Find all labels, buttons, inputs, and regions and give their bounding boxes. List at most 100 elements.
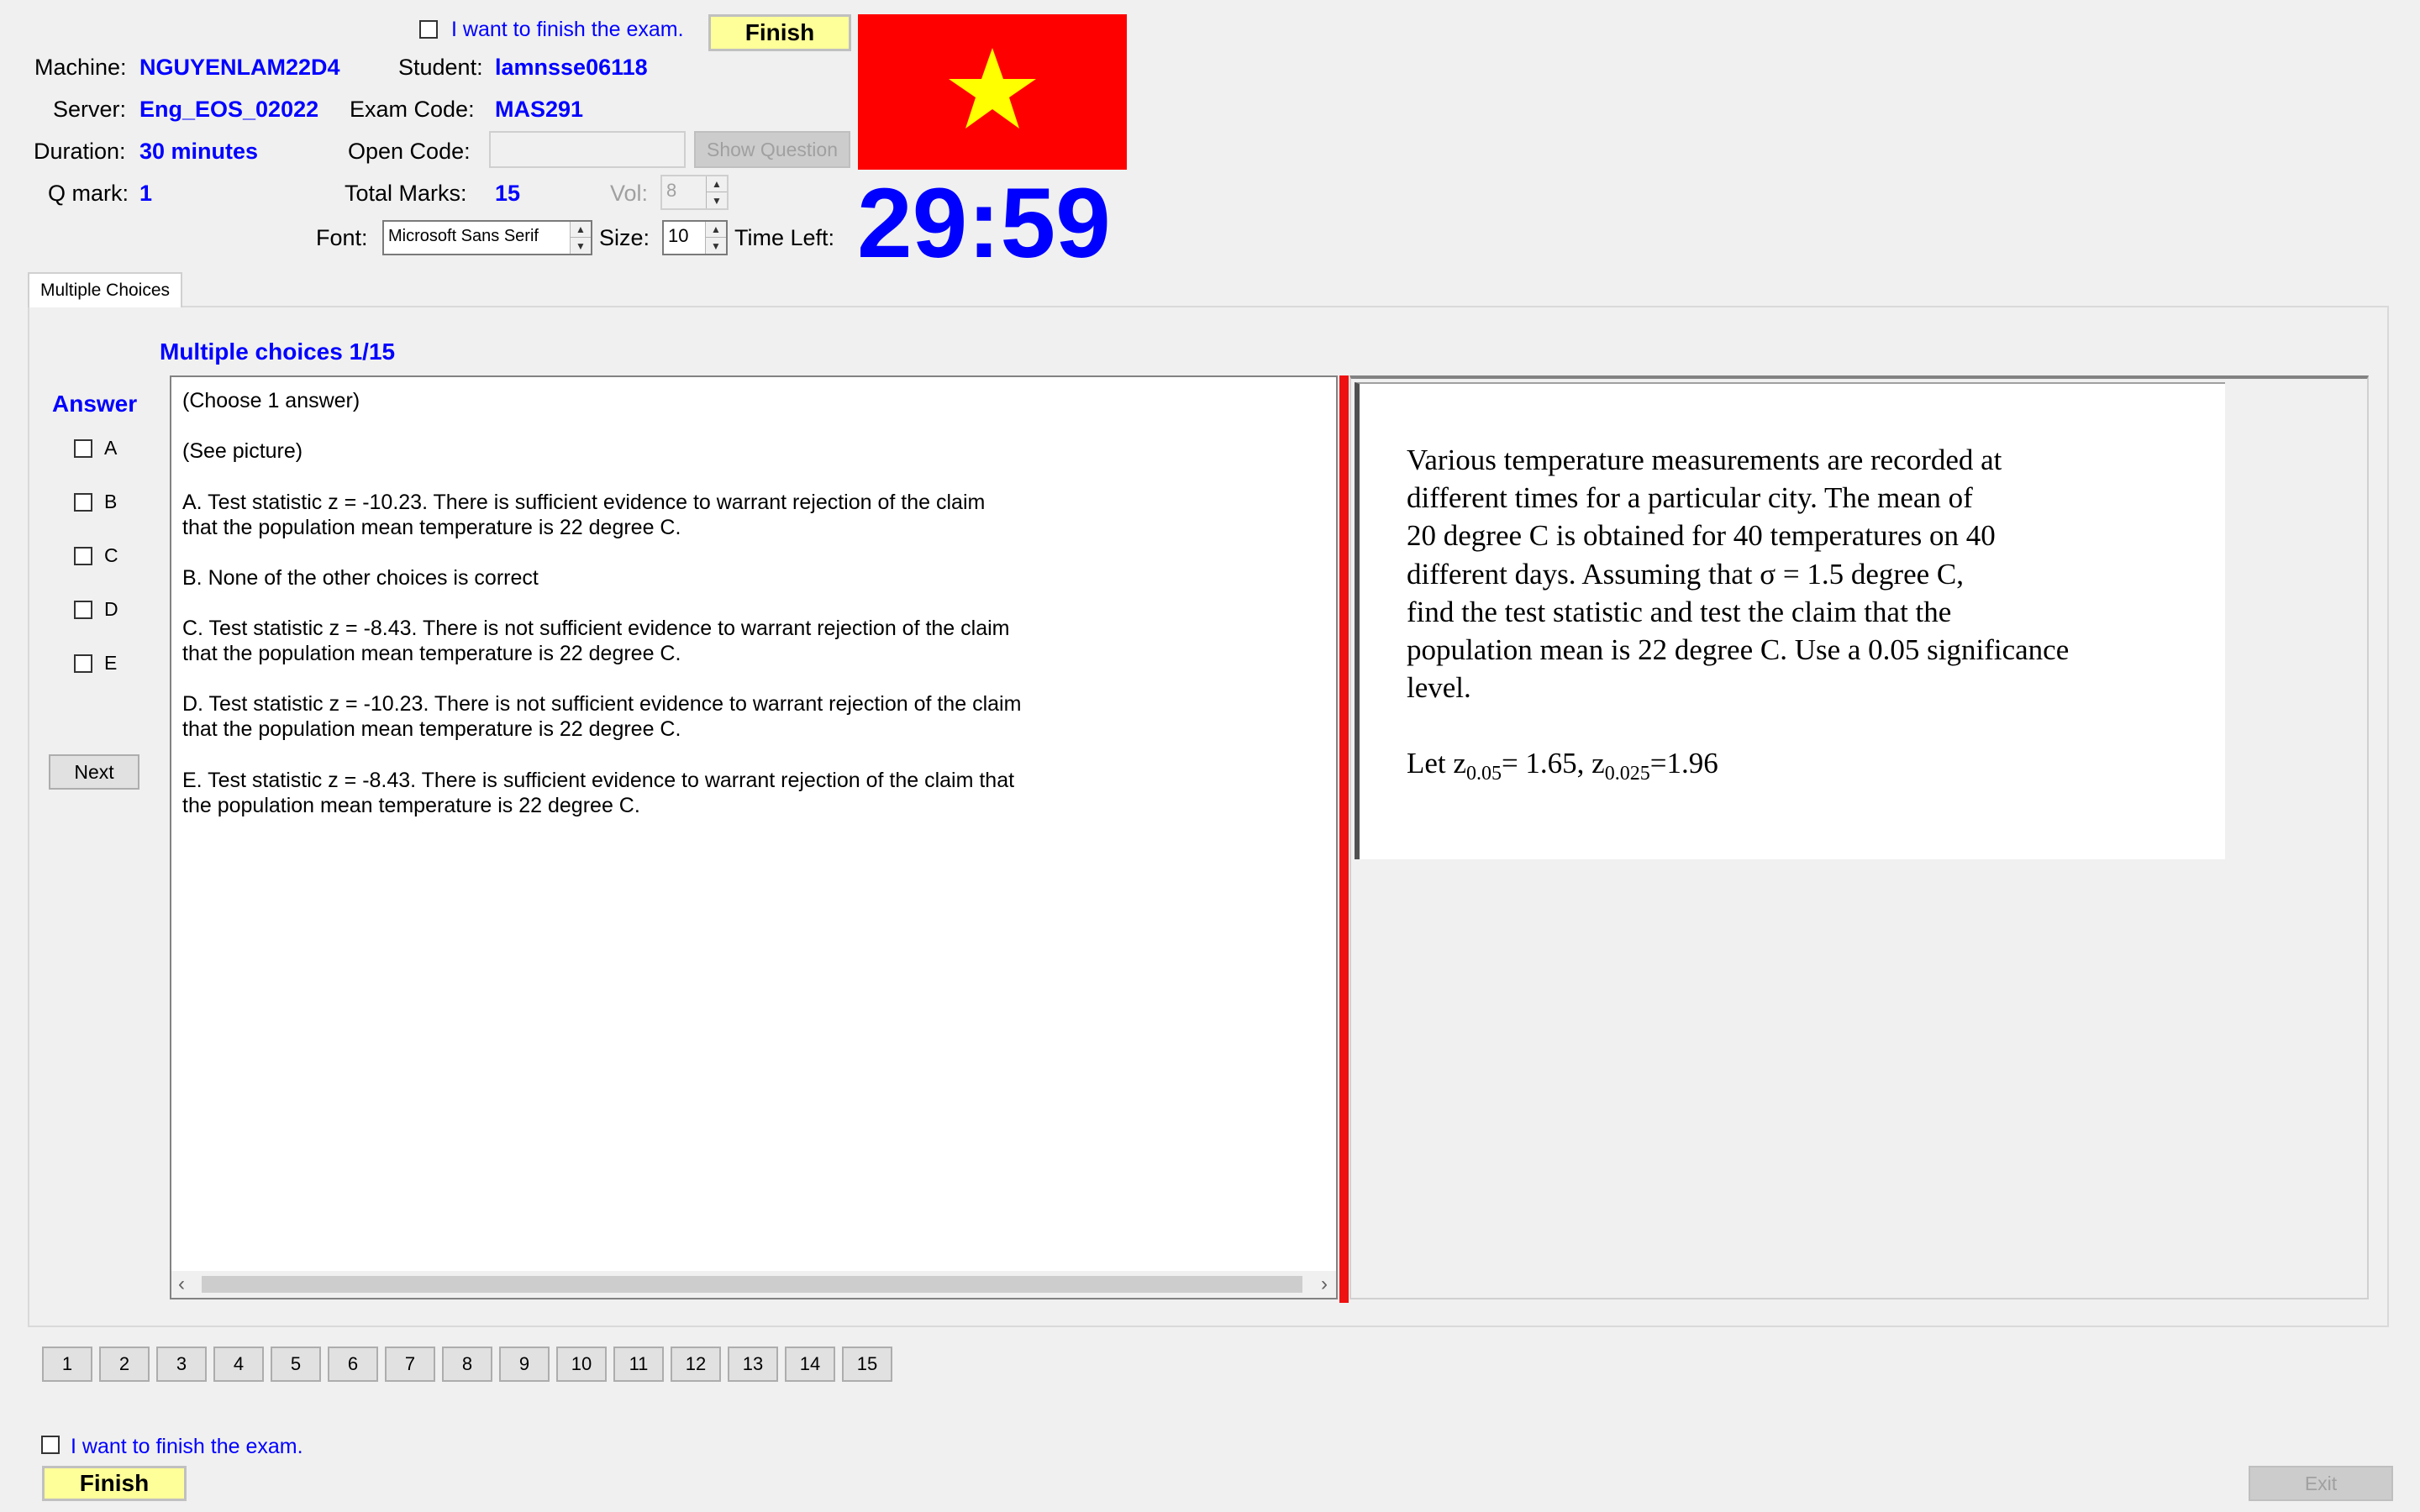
question-text-box[interactable]: (Choose 1 answer) (See picture) A. Test … (170, 375, 1338, 1299)
qmark-value: 1 (139, 181, 153, 206)
picture-line: level. (1407, 671, 1471, 704)
picture-line: Various temperature measurements are rec… (1407, 444, 2002, 476)
tab-multiple-choices[interactable]: Multiple Choices (28, 272, 182, 307)
exam-code-label: Exam Code: (350, 97, 475, 122)
option-c-text: C. Test statistic z = -8.43. There is no… (182, 617, 1010, 640)
qmark-label: Q mark: (48, 181, 129, 206)
font-value: Microsoft Sans Serif (388, 227, 539, 245)
scroll-right-icon[interactable]: › (1321, 1273, 1328, 1296)
option-e-text-cont: the population mean temperature is 22 de… (182, 794, 640, 817)
question-nav-10[interactable]: 10 (556, 1347, 607, 1382)
answer-d-checkbox[interactable] (74, 601, 92, 619)
picture-given-values: Let z0.05= 1.65, z0.025=1.96 (1407, 747, 1718, 785)
size-spinner[interactable]: 10 ▲ ▼ (662, 220, 728, 255)
picture-line: 20 degree C is obtained for 40 temperatu… (1407, 519, 1996, 552)
question-nav-11[interactable]: 11 (613, 1347, 664, 1382)
picture-line: different times for a particular city. T… (1407, 481, 1973, 514)
answer-a-label: A (104, 437, 118, 459)
vol-value: 8 (666, 180, 677, 201)
countdown-timer: 29:59 (857, 168, 1111, 279)
finish-exam-label-top: I want to finish the exam. (451, 18, 684, 41)
exam-code-value: MAS291 (495, 97, 584, 122)
finish-exam-checkbox-bottom[interactable] (41, 1436, 60, 1454)
vietnam-flag-icon (858, 14, 1127, 170)
question-line: (See picture) (182, 439, 303, 463)
given-prefix: Let z (1407, 747, 1466, 780)
open-code-input[interactable] (489, 131, 686, 168)
question-nav-6[interactable]: 6 (328, 1347, 378, 1382)
server-label: Server: (53, 97, 127, 122)
vol-label: Vol: (610, 181, 649, 206)
spin-up-icon[interactable]: ▲ (571, 222, 591, 238)
answer-e-label: E (104, 652, 118, 674)
open-code-label: Open Code: (348, 139, 471, 164)
option-a-text-cont: that the population mean temperature is … (182, 516, 681, 539)
question-title: Multiple choices 1/15 (160, 339, 396, 365)
splitter-bar[interactable] (1339, 375, 1349, 1303)
option-a-text: A. Test statistic z = -10.23. There is s… (182, 491, 986, 514)
server-value: Eng_EOS_02022 (139, 97, 319, 122)
question-nav-15[interactable]: 15 (842, 1347, 892, 1382)
show-question-button[interactable]: Show Question (694, 131, 850, 168)
scrollbar-thumb[interactable] (202, 1276, 1302, 1293)
option-b-text: B. None of the other choices is correct (182, 566, 539, 590)
answer-b-checkbox[interactable] (74, 493, 92, 512)
exit-button[interactable]: Exit (2249, 1466, 2393, 1501)
answer-label: Answer (52, 391, 138, 417)
answer-c-label: C (104, 544, 118, 566)
z2-subscript: 0.025 (1604, 763, 1650, 785)
answer-a-checkbox[interactable] (74, 439, 92, 458)
question-nav-1[interactable]: 1 (42, 1347, 92, 1382)
option-d-text-cont: that the population mean temperature is … (182, 717, 681, 741)
student-value: lamnsse06118 (495, 55, 648, 80)
student-label: Student: (398, 55, 483, 80)
question-nav-3[interactable]: 3 (156, 1347, 207, 1382)
answer-c-checkbox[interactable] (74, 547, 92, 565)
vol-spinner[interactable]: 8 ▲ ▼ (660, 175, 729, 210)
finish-exam-checkbox-top[interactable] (419, 20, 438, 39)
font-selector[interactable]: Microsoft Sans Serif ▲ ▼ (382, 220, 592, 255)
question-nav-8[interactable]: 8 (442, 1347, 492, 1382)
horizontal-scrollbar[interactable]: ‹ › (171, 1271, 1336, 1298)
total-marks-label: Total Marks: (345, 181, 467, 206)
option-c-text-cont: that the population mean temperature is … (182, 642, 681, 665)
question-line: (Choose 1 answer) (182, 389, 360, 412)
question-nav-13[interactable]: 13 (728, 1347, 778, 1382)
spin-up-icon[interactable]: ▲ (706, 222, 726, 238)
question-nav-14[interactable]: 14 (785, 1347, 835, 1382)
option-d-text: D. Test statistic z = -10.23. There is n… (182, 692, 1022, 716)
option-e-text: E. Test statistic z = -8.43. There is su… (182, 769, 1015, 792)
question-nav-4[interactable]: 4 (213, 1347, 264, 1382)
time-left-label: Time Left: (734, 225, 835, 250)
finish-button-top[interactable]: Finish (708, 14, 851, 51)
spin-up-icon[interactable]: ▲ (707, 176, 727, 192)
question-picture: Various temperature measurements are rec… (1355, 382, 2225, 859)
answer-b-label: B (104, 491, 118, 512)
size-label: Size: (599, 225, 650, 250)
finish-exam-label-bottom: I want to finish the exam. (71, 1435, 303, 1458)
z1-value: = 1.65, z (1501, 747, 1605, 780)
answer-e-checkbox[interactable] (74, 654, 92, 673)
picture-line: find the test statistic and test the cla… (1407, 596, 1952, 628)
finish-button-bottom[interactable]: Finish (42, 1466, 187, 1501)
duration-value: 30 minutes (139, 139, 259, 164)
next-button[interactable]: Next (49, 754, 139, 790)
question-nav-5[interactable]: 5 (271, 1347, 321, 1382)
question-nav-2[interactable]: 2 (99, 1347, 150, 1382)
machine-label: Machine: (34, 55, 127, 80)
scroll-left-icon[interactable]: ‹ (178, 1273, 185, 1296)
font-label: Font: (316, 225, 368, 250)
question-nav-12[interactable]: 12 (671, 1347, 721, 1382)
picture-line: different days. Assuming that σ = 1.5 de… (1407, 558, 1964, 591)
total-marks-value: 15 (495, 181, 521, 206)
question-nav-7[interactable]: 7 (385, 1347, 435, 1382)
z1-subscript: 0.05 (1465, 763, 1502, 785)
z2-value: =1.96 (1649, 747, 1718, 780)
spin-down-icon[interactable]: ▼ (707, 192, 727, 208)
spin-down-icon[interactable]: ▼ (571, 238, 591, 254)
spin-down-icon[interactable]: ▼ (706, 238, 726, 254)
question-nav-9[interactable]: 9 (499, 1347, 550, 1382)
duration-label: Duration: (34, 139, 126, 164)
size-value: 10 (668, 225, 689, 246)
machine-value: NGUYENLAM22D4 (139, 55, 340, 80)
